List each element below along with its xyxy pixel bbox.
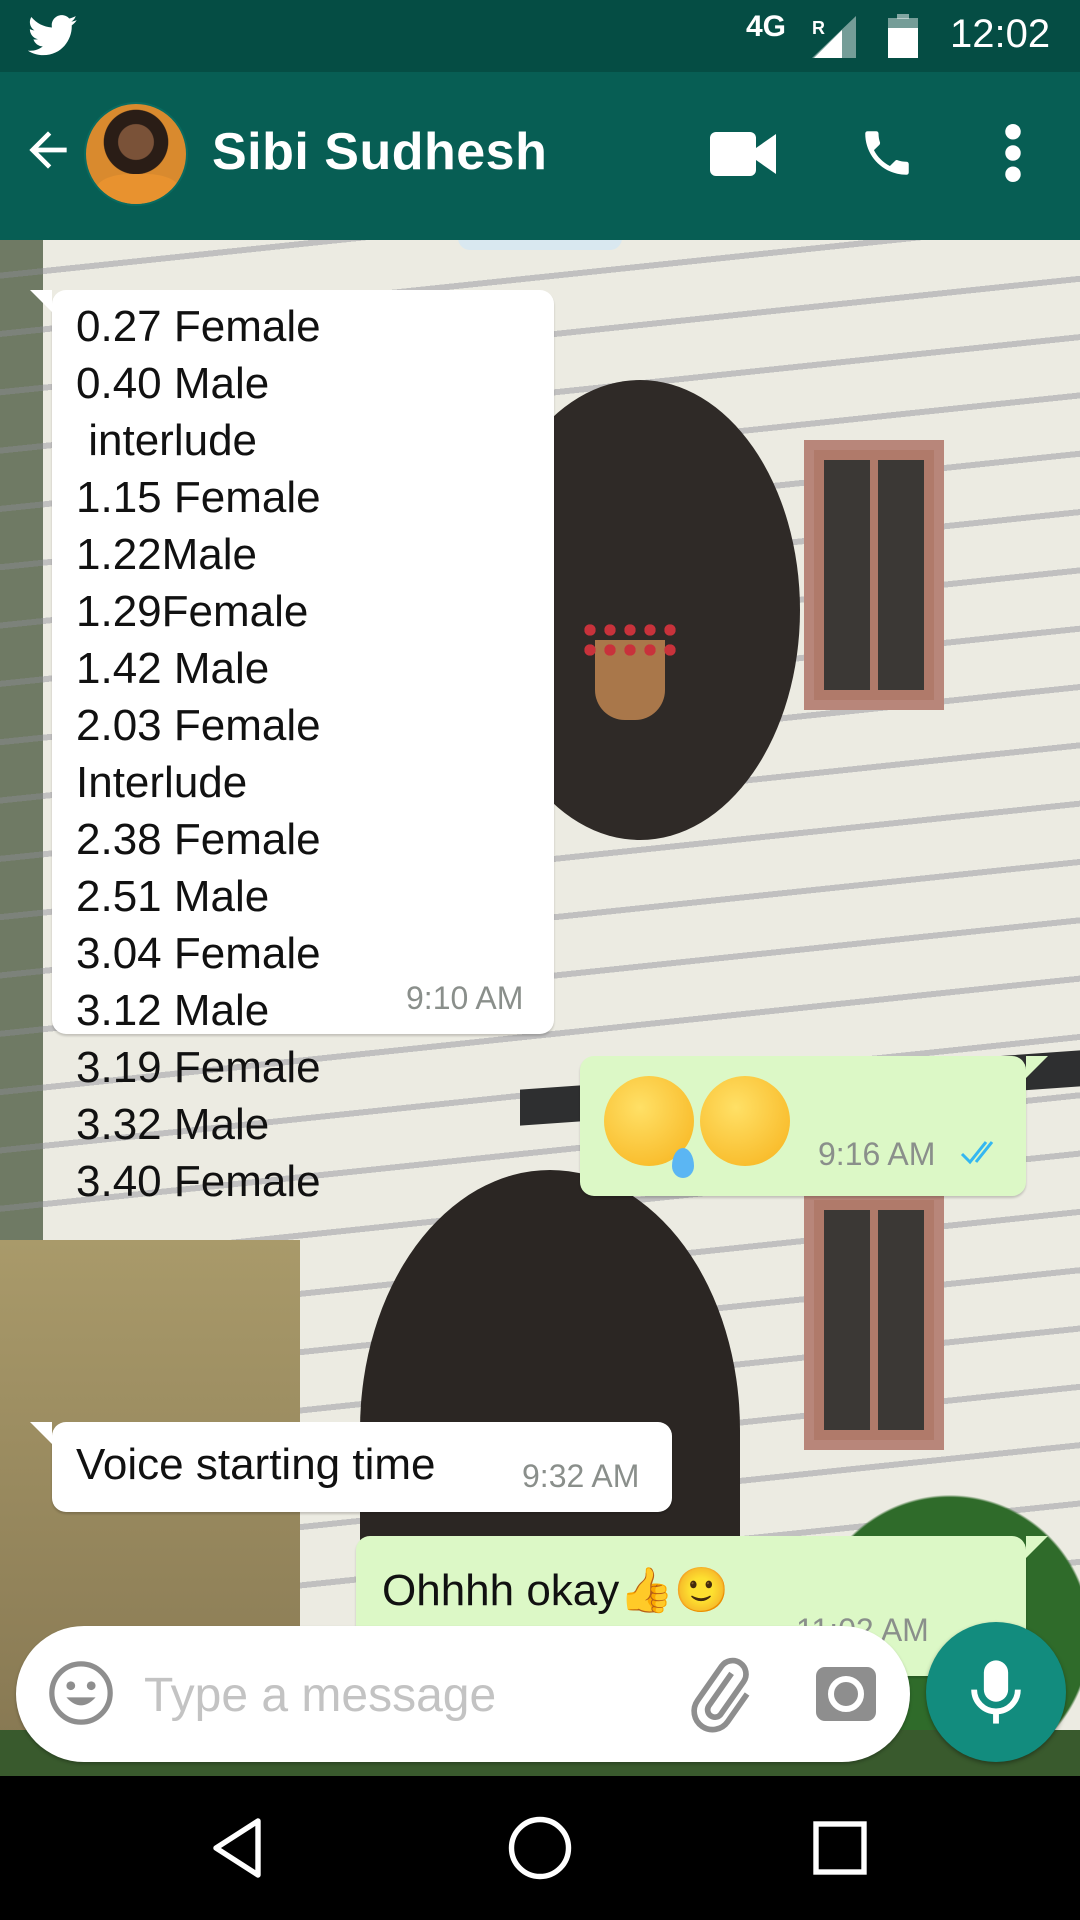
message-text: Voice starting time — [76, 1440, 436, 1489]
nav-home-icon[interactable] — [504, 1812, 576, 1884]
status-bar: 4G R 12:02 — [0, 0, 1080, 72]
date-pill — [458, 240, 622, 250]
chat-area[interactable]: 0.27 Female 0.40 Male interlude 1.15 Fem… — [0, 240, 1080, 1780]
message-text: Ohhhh okay👍🙂 — [382, 1566, 729, 1615]
avatar[interactable] — [84, 102, 188, 206]
message-input[interactable] — [144, 1660, 644, 1730]
more-vert-icon[interactable] — [998, 124, 1028, 182]
attach-icon[interactable] — [680, 1654, 760, 1734]
message-incoming[interactable]: 0.27 Female 0.40 Male interlude 1.15 Fem… — [30, 290, 554, 1206]
message-composer — [16, 1626, 910, 1762]
back-arrow-icon[interactable] — [20, 122, 76, 178]
message-time: 9:32 AM — [522, 1458, 640, 1494]
message-time: 9:16 AM — [818, 1136, 936, 1172]
roaming-indicator: R — [812, 18, 825, 38]
video-call-icon[interactable] — [710, 130, 776, 178]
battery-icon — [888, 14, 918, 58]
wallpaper-window — [804, 440, 944, 710]
message-text: 0.27 Female 0.40 Male interlude 1.15 Fem… — [76, 302, 321, 1206]
wallpaper-window — [804, 1190, 944, 1450]
mic-icon — [971, 1660, 1021, 1724]
chat-header: Sibi Sudhesh — [0, 72, 1080, 240]
status-time: 12:02 — [950, 12, 1051, 56]
thinking-face-icon — [700, 1076, 790, 1166]
nav-back-icon[interactable] — [204, 1812, 276, 1884]
twitter-icon — [28, 15, 78, 56]
wallpaper-flowers — [580, 620, 680, 660]
voice-record-button[interactable] — [926, 1622, 1066, 1762]
contact-name[interactable]: Sibi Sudhesh — [212, 122, 547, 182]
camera-icon[interactable] — [810, 1658, 882, 1730]
message-outgoing[interactable]: 😢🤔 9:16 AM — [580, 1056, 1048, 1196]
message-incoming[interactable]: Voice starting time 9:32 AM — [30, 1422, 672, 1512]
phone-icon[interactable] — [858, 124, 916, 182]
emoji-icon[interactable] — [46, 1658, 116, 1728]
message-time: 9:10 AM — [406, 980, 524, 1016]
nav-recents-icon[interactable] — [804, 1812, 876, 1884]
read-ticks-icon — [960, 1141, 994, 1165]
system-nav-bar — [0, 1776, 1080, 1920]
crying-face-icon — [604, 1076, 694, 1178]
network-type: 4G — [746, 10, 787, 43]
